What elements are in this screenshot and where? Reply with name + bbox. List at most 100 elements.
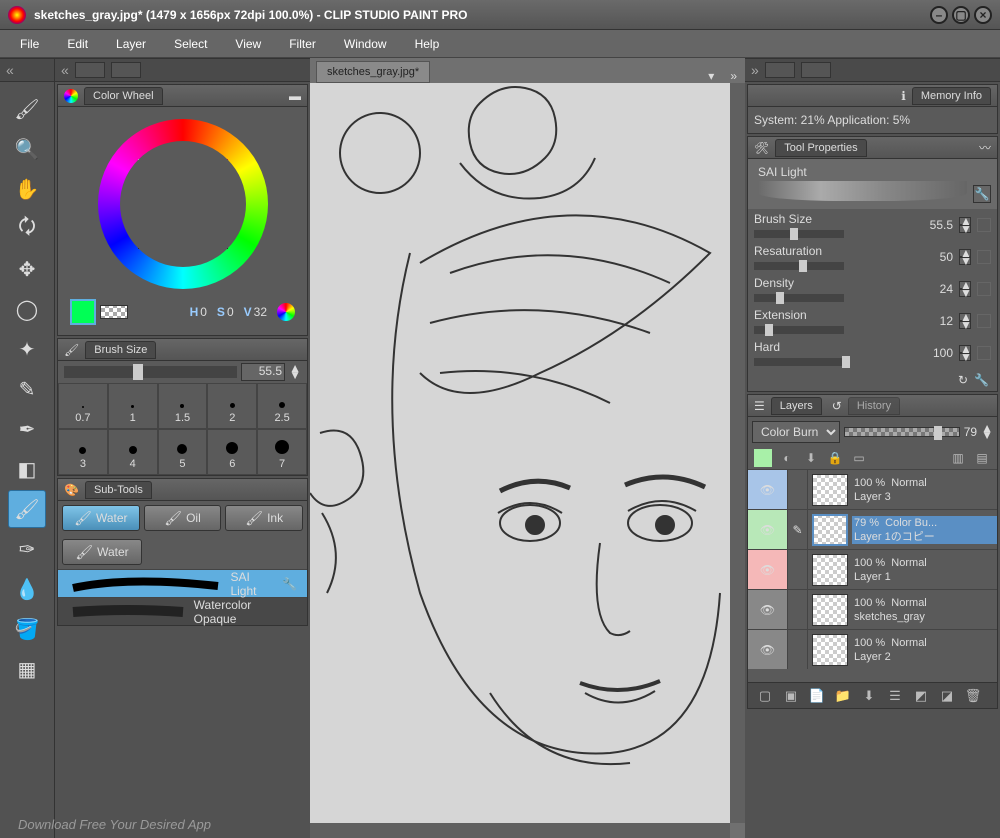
layer-row[interactable]: 👁100 % NormalLayer 2	[748, 629, 997, 669]
brush-shape-icon[interactable]: 〰	[979, 139, 991, 156]
vertical-scrollbar[interactable]	[730, 83, 745, 823]
maximize-button[interactable]: ▢	[952, 6, 970, 24]
new-raster-icon[interactable]: 📄	[808, 687, 826, 705]
visibility-toggle[interactable]: 👁	[748, 470, 788, 509]
layer-row[interactable]: 👁100 % Normalsketches_gray	[748, 589, 997, 629]
subtool-cat-ink[interactable]: 🖌Ink	[225, 505, 303, 531]
blur-tool[interactable]: 💧	[8, 570, 46, 608]
menu-help[interactable]: Help	[415, 37, 440, 51]
close-button[interactable]: ×	[974, 6, 992, 24]
subtool-sai-light[interactable]: SAI Light🔧	[58, 569, 307, 597]
brush-preset[interactable]: 3	[58, 429, 108, 475]
brush-preset[interactable]: 4	[108, 429, 158, 475]
brush-size-down[interactable]: ▼	[289, 372, 301, 379]
prop-slider[interactable]	[754, 230, 844, 238]
prop-slider[interactable]	[754, 294, 844, 302]
menu-layer[interactable]: Layer	[116, 37, 146, 51]
collapse-icon[interactable]: «	[61, 62, 69, 78]
delete-layer-icon[interactable]: 🗑	[964, 687, 982, 705]
rotate-tool[interactable]: 🗘	[8, 210, 46, 248]
layers-tab[interactable]: Layers	[771, 397, 822, 415]
reference-icon[interactable]: ▭	[850, 449, 868, 467]
wand-tool[interactable]: ✦	[8, 330, 46, 368]
tool-properties-tab[interactable]: Tool Properties	[775, 139, 866, 157]
subtool-cat-oil[interactable]: 🖌Oil	[144, 505, 222, 531]
airbrush-tool[interactable]: ✑	[8, 530, 46, 568]
collapse-icon[interactable]: «	[6, 62, 14, 78]
brush-preset[interactable]: 5	[158, 429, 208, 475]
new-layer-icon[interactable]: ▢	[756, 687, 774, 705]
prop-link-icon[interactable]	[977, 282, 991, 296]
eraser-tool[interactable]: ◧	[8, 450, 46, 488]
brush-size-tab[interactable]: Brush Size	[85, 341, 156, 359]
gradient-tool[interactable]: ▦	[8, 650, 46, 688]
edit-indicator[interactable]	[788, 470, 808, 509]
prop-down[interactable]: ▼	[959, 353, 971, 361]
prop-slider[interactable]	[754, 358, 844, 366]
panel-menu-icon[interactable]: ▬	[289, 89, 301, 103]
mask-add-icon[interactable]: ◩	[912, 687, 930, 705]
prop-link-icon[interactable]	[977, 314, 991, 328]
prop-link-icon[interactable]	[977, 218, 991, 232]
brush-preset[interactable]: 1.5	[158, 383, 208, 429]
prop-down[interactable]: ▼	[959, 289, 971, 297]
clip-icon[interactable]: ⬇	[802, 449, 820, 467]
brush-preset[interactable]: 6	[207, 429, 257, 475]
prop-link-icon[interactable]	[977, 346, 991, 360]
brush-preset[interactable]: 2	[207, 383, 257, 429]
mask-icon[interactable]: ▥	[949, 449, 967, 467]
apply-mask-icon[interactable]: ◪	[938, 687, 956, 705]
brush-tool[interactable]: 🖌	[8, 90, 46, 128]
new-folder-icon[interactable]: ▣	[782, 687, 800, 705]
layer-row[interactable]: 👁✎79 % Color Bu...Layer 1のコピー	[748, 509, 997, 549]
layer-color-swatch[interactable]	[754, 449, 772, 467]
menu-filter[interactable]: Filter	[289, 37, 316, 51]
prop-down[interactable]: ▼	[959, 321, 971, 329]
menu-edit[interactable]: Edit	[67, 37, 88, 51]
color-history-icon[interactable]	[277, 303, 295, 321]
watercolor-tool[interactable]: 🖌	[8, 490, 46, 528]
reset-icon[interactable]: ↻	[958, 373, 968, 387]
folder-icon[interactable]: 📁	[834, 687, 852, 705]
hand-tool[interactable]: ✋	[8, 170, 46, 208]
visibility-toggle[interactable]: 👁	[748, 590, 788, 629]
brush-size-value[interactable]: 55.5	[241, 363, 285, 381]
tab-dropdown-icon[interactable]: ▾	[700, 69, 722, 83]
menu-view[interactable]: View	[235, 37, 261, 51]
prop-down[interactable]: ▼	[959, 257, 971, 265]
menu-file[interactable]: File	[20, 37, 39, 51]
brush-preset[interactable]: 7	[257, 429, 307, 475]
wrench-icon[interactable]: 🔧	[282, 577, 297, 591]
brush-size-slider[interactable]	[64, 366, 237, 378]
expand-icon[interactable]: »	[751, 62, 759, 78]
lock-icon[interactable]: 🔒	[826, 449, 844, 467]
color-wheel-tab[interactable]: Color Wheel	[84, 87, 163, 105]
subtool-watercolor-opaque[interactable]: Watercolor Opaque	[58, 597, 307, 625]
transfer-down-icon[interactable]: ⬇	[860, 687, 878, 705]
prop-slider[interactable]	[754, 326, 844, 334]
edit-indicator[interactable]	[788, 630, 808, 669]
subtool-water[interactable]: 🖌Water	[62, 539, 142, 565]
sub-tools-tab[interactable]: Sub-Tools	[85, 481, 152, 499]
brush-preset[interactable]: 0.7	[58, 383, 108, 429]
subtool-cat-water[interactable]: 🖌Water	[62, 505, 140, 531]
edit-indicator[interactable]: ✎	[788, 510, 808, 549]
history-tab[interactable]: History	[848, 397, 900, 415]
wrench-icon[interactable]: 🔧	[973, 185, 991, 203]
canvas[interactable]	[310, 83, 730, 823]
prop-slider[interactable]	[754, 262, 844, 270]
color-wheel[interactable]	[98, 119, 268, 289]
merge-icon[interactable]: ☰	[886, 687, 904, 705]
menu-window[interactable]: Window	[344, 37, 387, 51]
pen-tool[interactable]: ✒	[8, 410, 46, 448]
prop-link-icon[interactable]	[977, 250, 991, 264]
layer-row[interactable]: 👁100 % NormalLayer 3	[748, 469, 997, 509]
eyedropper-tool[interactable]: ✎	[8, 370, 46, 408]
visibility-toggle[interactable]: 👁	[748, 510, 788, 549]
move-tool[interactable]: ✥	[8, 250, 46, 288]
collapse-right-icon[interactable]: »	[722, 69, 745, 83]
lock-alpha-icon[interactable]: ◐	[778, 449, 796, 467]
edit-indicator[interactable]	[788, 590, 808, 629]
brush-preset[interactable]: 2.5	[257, 383, 307, 429]
opacity-down[interactable]: ▼	[981, 432, 993, 439]
